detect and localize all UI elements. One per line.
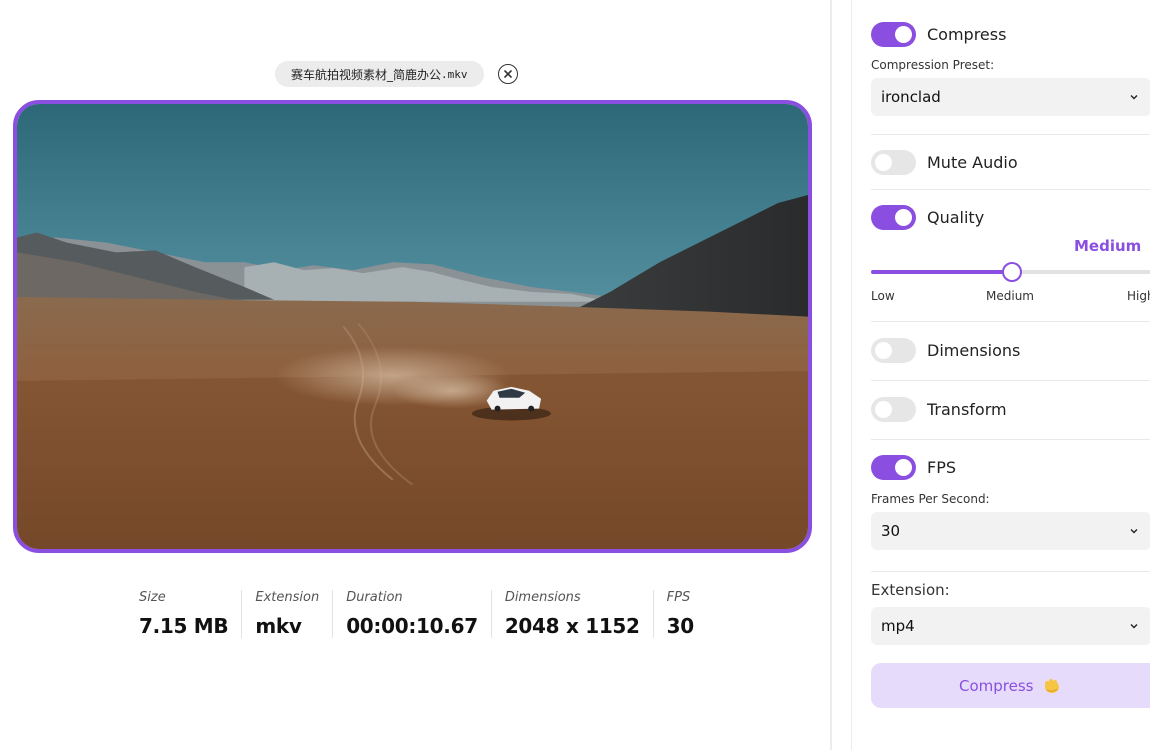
fps-section: FPS Frames Per Second: 30: [871, 440, 1150, 572]
mute-audio-label: Mute Audio: [927, 152, 1018, 172]
file-row: 赛车航拍视频素材_简鹿办公 .mkv: [275, 61, 518, 87]
hand-wave-icon: [1045, 678, 1060, 693]
meta-label: Size: [139, 590, 166, 605]
transform-toggle[interactable]: [871, 396, 916, 422]
extension-label: Extension:: [871, 581, 950, 599]
fps-label: FPS: [927, 457, 957, 477]
extension-section: Extension: mp4: [871, 580, 1150, 645]
chevron-down-icon: [1130, 529, 1138, 534]
compression-preset-select[interactable]: ironclad: [871, 78, 1150, 116]
file-name-chip: 赛车航拍视频素材_简鹿办公 .mkv: [275, 61, 484, 87]
compress-section: Compress Compression Preset: ironclad: [871, 18, 1150, 135]
quality-level-value: Medium: [1074, 237, 1142, 255]
quality-label: Quality: [927, 207, 985, 227]
video-frame-image: [17, 104, 808, 549]
meta-value: 2048 x 1152: [504, 614, 640, 638]
meta-value: 30: [666, 614, 695, 638]
video-preview: [13, 100, 812, 553]
close-circle-icon: [503, 70, 512, 78]
chevron-down-icon: [1130, 95, 1138, 100]
dimensions-label: Dimensions: [927, 340, 1021, 360]
fps-select-value: 30: [881, 522, 901, 540]
compression-preset-value: ironclad: [881, 88, 941, 106]
panel-divider: [830, 0, 832, 750]
mute-audio-toggle[interactable]: [871, 149, 916, 175]
meta-size: Size 7.15 MB: [126, 590, 241, 638]
meta-label: FPS: [666, 590, 691, 605]
meta-value: 00:00:10.67: [346, 614, 478, 638]
compress-button-label: Compress: [959, 676, 1034, 695]
file-extension: .mkv: [441, 67, 468, 81]
quality-tick-medium: Medium: [986, 289, 1034, 303]
mute-audio-section: Mute Audio: [871, 135, 1150, 190]
meta-duration: Duration 00:00:10.67: [332, 590, 491, 638]
file-metadata: Size 7.15 MB Extension mkv Duration 00:0…: [126, 590, 707, 638]
quality-slider[interactable]: [871, 262, 1150, 282]
meta-extension: Extension mkv: [241, 590, 332, 638]
settings-panel: Compress Compression Preset: ironclad Mu…: [851, 0, 1150, 750]
file-name: 赛车航拍视频素材_简鹿办公: [291, 67, 442, 82]
fps-toggle[interactable]: [871, 454, 916, 480]
remove-file-button[interactable]: [497, 64, 518, 84]
chevron-down-icon: [1130, 624, 1138, 629]
meta-value: 7.15 MB: [139, 614, 229, 638]
meta-label: Duration: [346, 590, 403, 605]
quality-tick-low: Low: [871, 289, 895, 303]
quality-tick-high: High: [1127, 289, 1150, 303]
extension-select-value: mp4: [881, 617, 915, 635]
frames-per-second-label: Frames Per Second:: [871, 492, 990, 506]
dimensions-section: Dimensions: [871, 322, 1150, 381]
compress-button[interactable]: Compress: [871, 663, 1150, 708]
quality-slider-thumb[interactable]: [1002, 262, 1022, 282]
meta-label: Dimensions: [504, 590, 581, 605]
meta-fps: FPS 30: [652, 590, 707, 638]
transform-section: Transform: [871, 381, 1150, 440]
fps-select[interactable]: 30: [871, 512, 1150, 550]
compress-toggle[interactable]: [871, 21, 916, 47]
dimensions-toggle[interactable]: [871, 337, 916, 363]
extension-select[interactable]: mp4: [871, 607, 1150, 645]
compress-toggle-label: Compress: [927, 24, 1007, 44]
transform-label: Transform: [927, 399, 1007, 419]
compression-preset-label: Compression Preset:: [871, 58, 995, 72]
meta-label: Extension: [255, 590, 320, 605]
meta-value: mkv: [255, 614, 302, 638]
meta-dimensions: Dimensions 2048 x 1152: [490, 590, 653, 638]
quality-toggle[interactable]: [871, 204, 916, 230]
